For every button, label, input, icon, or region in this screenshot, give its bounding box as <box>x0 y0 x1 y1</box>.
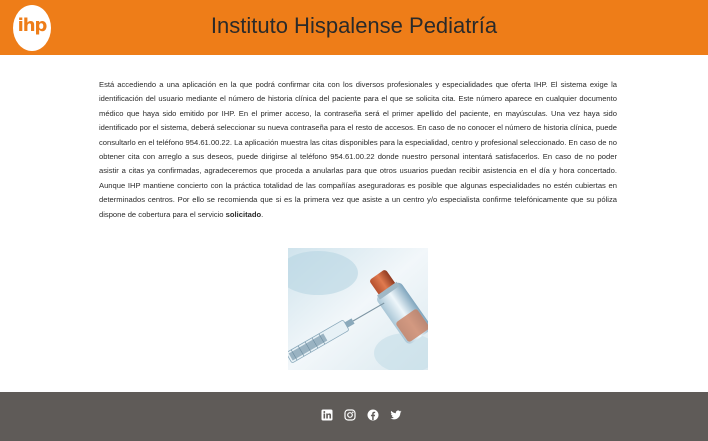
intro-paragraph: Está accediendo a una aplicación en la q… <box>99 80 617 219</box>
facebook-icon[interactable] <box>367 409 379 421</box>
page-title: Instituto Hispalense Pediatría <box>210 13 498 38</box>
paragraph-end: . <box>261 209 264 219</box>
vaccine-illustration <box>288 248 428 370</box>
header-bar: ihp Instituto Hispalense Pediatría <box>0 0 708 55</box>
twitter-icon[interactable] <box>390 409 402 421</box>
linkedin-icon[interactable] <box>321 409 333 421</box>
instagram-icon[interactable] <box>344 409 356 421</box>
vaccine-image <box>288 248 428 370</box>
intro-text: Está accediendo a una aplicación en la q… <box>99 78 617 222</box>
emphasis-word: solicitado <box>225 209 262 219</box>
